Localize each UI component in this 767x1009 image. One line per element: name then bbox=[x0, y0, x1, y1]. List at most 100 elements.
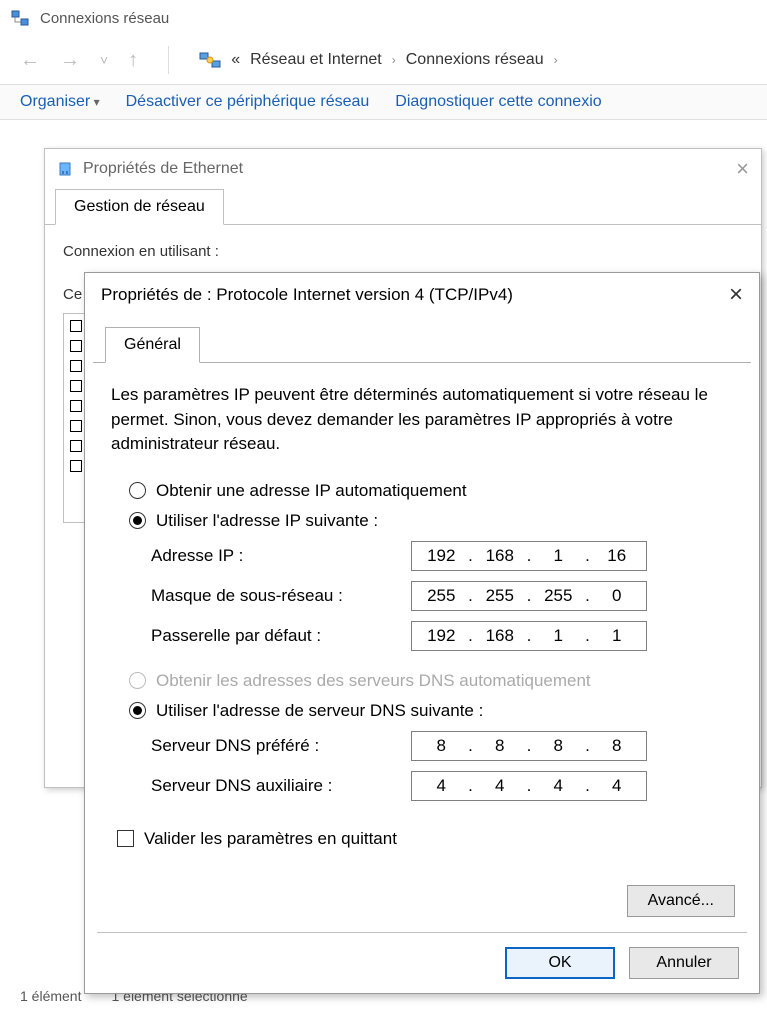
dot: . bbox=[584, 626, 592, 646]
radio-icon bbox=[129, 672, 146, 689]
ip-address-label: Adresse IP : bbox=[151, 546, 411, 566]
ipv4-tab-row: Général bbox=[93, 327, 751, 363]
forward-arrow-icon[interactable]: → bbox=[60, 49, 80, 72]
history-chevron-icon[interactable]: ˅ bbox=[100, 52, 108, 68]
dns-alt-label: Serveur DNS auxiliaire : bbox=[151, 776, 411, 796]
radio-ip-auto[interactable]: Obtenir une adresse IP automatiquement bbox=[129, 481, 733, 501]
radio-dns-auto: Obtenir les adresses des serveurs DNS au… bbox=[129, 671, 733, 691]
octet[interactable]: 168 bbox=[480, 626, 520, 646]
octet[interactable]: 1 bbox=[538, 546, 578, 566]
close-icon[interactable]: × bbox=[729, 281, 743, 309]
checkbox-icon[interactable] bbox=[70, 380, 82, 392]
checkbox-icon[interactable] bbox=[70, 420, 82, 432]
dot: . bbox=[467, 626, 475, 646]
radio-icon bbox=[129, 702, 146, 719]
validate-label: Valider les paramètres en quittant bbox=[144, 829, 397, 849]
octet[interactable]: 8 bbox=[480, 736, 520, 756]
dns-alt-input[interactable]: 4. 4. 4. 4 bbox=[411, 771, 647, 801]
octet[interactable]: 255 bbox=[480, 586, 520, 606]
dot: . bbox=[525, 546, 533, 566]
title-bar: Connexions réseau bbox=[0, 0, 767, 36]
checkbox-icon[interactable] bbox=[70, 400, 82, 412]
dns-preferred-row: Serveur DNS préféré : 8. 8. 8. 8 bbox=[151, 731, 733, 761]
network-icon bbox=[10, 8, 30, 28]
radio-label: Obtenir une adresse IP automatiquement bbox=[156, 481, 467, 501]
subnet-mask-label: Masque de sous-réseau : bbox=[151, 586, 411, 606]
ipv4-properties-dialog: Propriétés de : Protocole Internet versi… bbox=[84, 272, 760, 994]
connection-using-label: Connexion en utilisant : bbox=[63, 243, 743, 260]
dot: . bbox=[525, 736, 533, 756]
window-title: Connexions réseau bbox=[40, 10, 169, 27]
disable-device-button[interactable]: Désactiver ce périphérique réseau bbox=[126, 93, 370, 111]
ce-label: Ce bbox=[63, 286, 82, 303]
octet[interactable]: 168 bbox=[480, 546, 520, 566]
checkbox-icon[interactable] bbox=[70, 440, 82, 452]
octet[interactable]: 255 bbox=[538, 586, 578, 606]
ipv4-body: Les paramètres IP peuvent être déterminé… bbox=[85, 363, 759, 859]
cancel-button[interactable]: Annuler bbox=[629, 947, 739, 979]
octet[interactable]: 1 bbox=[597, 626, 637, 646]
ipv4-description: Les paramètres IP peuvent être déterminé… bbox=[111, 383, 733, 457]
validate-checkbox-row[interactable]: Valider les paramètres en quittant bbox=[117, 829, 733, 849]
back-arrow-icon[interactable]: ← bbox=[20, 49, 40, 72]
dns-alt-row: Serveur DNS auxiliaire : 4. 4. 4. 4 bbox=[151, 771, 733, 801]
close-icon[interactable]: × bbox=[736, 156, 749, 182]
octet[interactable]: 4 bbox=[597, 776, 637, 796]
dialog-button-row: OK Annuler bbox=[505, 947, 739, 979]
radio-icon bbox=[129, 512, 146, 529]
ip-address-input[interactable]: 192. 168. 1. 16 bbox=[411, 541, 647, 571]
organize-button[interactable]: Organiser bbox=[20, 93, 100, 111]
tab-network-management[interactable]: Gestion de réseau bbox=[55, 189, 224, 225]
status-count: 1 élément bbox=[20, 988, 81, 1004]
ethernet-dialog-title: Propriétés de Ethernet bbox=[83, 160, 243, 178]
ok-button[interactable]: OK bbox=[505, 947, 615, 979]
octet[interactable]: 4 bbox=[538, 776, 578, 796]
gateway-input[interactable]: 192. 168. 1. 1 bbox=[411, 621, 647, 651]
tab-general[interactable]: Général bbox=[105, 327, 200, 363]
nav-row: ← → ˅ ↑ « Réseau et Internet › Connexion… bbox=[0, 36, 767, 84]
dot: . bbox=[584, 776, 592, 796]
dot: . bbox=[584, 736, 592, 756]
dot: . bbox=[467, 776, 475, 796]
ipv4-dialog-title: Propriétés de : Protocole Internet versi… bbox=[101, 285, 513, 305]
diagnose-button[interactable]: Diagnostiquer cette connexio bbox=[395, 93, 601, 111]
dot: . bbox=[525, 626, 533, 646]
octet[interactable]: 8 bbox=[597, 736, 637, 756]
subnet-mask-input[interactable]: 255. 255. 255. 0 bbox=[411, 581, 647, 611]
breadcrumb-item[interactable]: Connexions réseau bbox=[406, 51, 544, 69]
octet[interactable]: 1 bbox=[538, 626, 578, 646]
checkbox-icon[interactable] bbox=[117, 830, 134, 847]
octet[interactable]: 192 bbox=[421, 626, 461, 646]
radio-ip-manual[interactable]: Utiliser l'adresse IP suivante : bbox=[129, 511, 733, 531]
radio-dns-manual[interactable]: Utiliser l'adresse de serveur DNS suivan… bbox=[129, 701, 733, 721]
octet[interactable]: 4 bbox=[421, 776, 461, 796]
octet[interactable]: 0 bbox=[597, 586, 637, 606]
separator bbox=[97, 932, 747, 933]
ip-address-row: Adresse IP : 192. 168. 1. 16 bbox=[151, 541, 733, 571]
breadcrumb[interactable]: « Réseau et Internet › Connexions réseau… bbox=[199, 51, 557, 69]
radio-icon bbox=[129, 482, 146, 499]
checkbox-icon[interactable] bbox=[70, 320, 82, 332]
dns-preferred-label: Serveur DNS préféré : bbox=[151, 736, 411, 756]
breadcrumb-prefix: « bbox=[231, 51, 240, 69]
up-arrow-icon[interactable]: ↑ bbox=[128, 49, 138, 72]
octet[interactable]: 4 bbox=[480, 776, 520, 796]
radio-label: Utiliser l'adresse IP suivante : bbox=[156, 511, 378, 531]
ethernet-icon bbox=[57, 161, 73, 177]
checkbox-icon[interactable] bbox=[70, 340, 82, 352]
radio-label: Obtenir les adresses des serveurs DNS au… bbox=[156, 671, 591, 691]
breadcrumb-item[interactable]: Réseau et Internet bbox=[250, 51, 382, 69]
checkbox-icon[interactable] bbox=[70, 360, 82, 372]
gateway-row: Passerelle par défaut : 192. 168. 1. 1 bbox=[151, 621, 733, 651]
octet[interactable]: 192 bbox=[421, 546, 461, 566]
ethernet-dialog-titlebar: Propriétés de Ethernet × bbox=[45, 149, 761, 189]
octet[interactable]: 8 bbox=[421, 736, 461, 756]
ethernet-tab-row: Gestion de réseau bbox=[45, 189, 761, 225]
octet[interactable]: 8 bbox=[538, 736, 578, 756]
advanced-button[interactable]: Avancé... bbox=[627, 885, 735, 917]
dns-preferred-input[interactable]: 8. 8. 8. 8 bbox=[411, 731, 647, 761]
octet[interactable]: 16 bbox=[597, 546, 637, 566]
octet[interactable]: 255 bbox=[421, 586, 461, 606]
checkbox-icon[interactable] bbox=[70, 460, 82, 472]
chevron-right-icon: › bbox=[392, 53, 396, 67]
